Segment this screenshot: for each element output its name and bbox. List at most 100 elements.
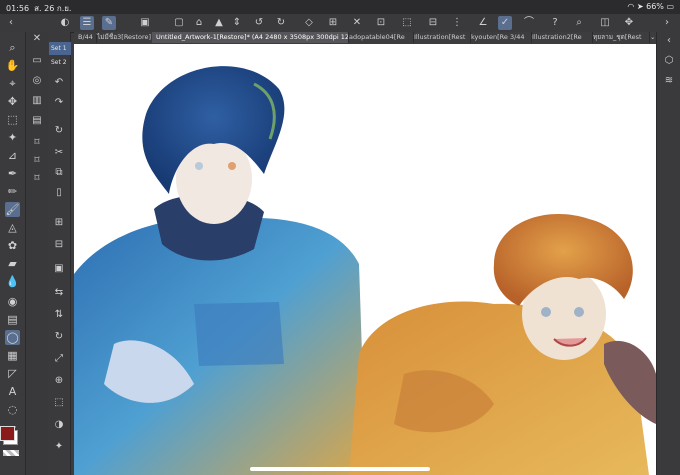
save-icon[interactable]: ▲ bbox=[212, 16, 226, 30]
status-right: ◠ ➤ 66% ▭ bbox=[627, 2, 674, 11]
selection-tool-icon[interactable]: ⬚ bbox=[5, 112, 20, 127]
wifi-icon: ◠ bbox=[627, 2, 635, 11]
tab[interactable]: Illustration[Rest bbox=[410, 32, 471, 43]
eyedropper-icon[interactable]: ⊿ bbox=[5, 148, 20, 163]
fill-tool-icon[interactable]: ◉ bbox=[5, 294, 20, 309]
mask-icon[interactable]: ◑ bbox=[52, 418, 66, 432]
airbrush-icon[interactable]: ◬ bbox=[5, 220, 20, 235]
subtool-brush-7-icon[interactable]: ⌑ bbox=[30, 172, 44, 186]
subtool-brush-4-icon[interactable]: ▤ bbox=[30, 114, 44, 128]
redo-icon[interactable]: ↻ bbox=[274, 16, 288, 30]
clip-studio-icon[interactable]: ◐ bbox=[58, 16, 72, 30]
undo-side-icon[interactable]: ↶ bbox=[52, 76, 66, 90]
brush-icon[interactable]: 🖌 bbox=[5, 202, 20, 217]
grid-icon[interactable]: ⋮ bbox=[450, 16, 464, 30]
tab-menu-chevron-icon[interactable]: ⌄ bbox=[646, 32, 656, 43]
merge-icon[interactable]: ⊕ bbox=[52, 374, 66, 388]
tab-active[interactable]: Untitled_Artwork-1[Restore]* (A4 2480 x … bbox=[152, 32, 349, 43]
clear-side-icon[interactable]: ⊟ bbox=[52, 238, 66, 252]
subtool-brush-6-icon[interactable]: ⌑ bbox=[30, 154, 44, 168]
set-1-tab[interactable]: Set 1 bbox=[49, 42, 71, 55]
window-icon[interactable]: ◫ bbox=[598, 16, 612, 30]
clear-icon[interactable]: ✕ bbox=[350, 16, 364, 30]
decoration-icon[interactable]: ✿ bbox=[5, 238, 20, 253]
gradient-icon[interactable]: ▤ bbox=[5, 312, 20, 327]
wand-side-icon[interactable]: ✦ bbox=[52, 440, 66, 454]
figure-icon[interactable]: ◯ bbox=[5, 330, 20, 345]
new-file-icon[interactable]: ▢ bbox=[172, 16, 186, 30]
balloon-icon[interactable]: ◌ bbox=[5, 402, 20, 417]
right-panel: ‹ ⬡ ≋ bbox=[656, 32, 680, 475]
status-date: ส. 26 ก.ย. bbox=[34, 4, 72, 13]
fill-icon[interactable]: ◇ bbox=[302, 16, 316, 30]
pen-icon[interactable]: ✒ bbox=[5, 166, 20, 181]
main-color-swatch[interactable] bbox=[0, 426, 15, 441]
help-icon[interactable]: ? bbox=[548, 16, 562, 30]
copy-icon[interactable]: ⧉ bbox=[52, 166, 66, 180]
tab[interactable]: ไม่มีชื่อ3[Restore] bbox=[93, 32, 156, 43]
zoom-icon[interactable]: ⌕ bbox=[572, 16, 586, 30]
tablet-icon[interactable]: ▣ bbox=[138, 16, 152, 30]
fill-side-icon[interactable]: ▣ bbox=[52, 262, 66, 276]
collapse-icon[interactable]: ‹ bbox=[662, 34, 676, 48]
status-time: 01:56 bbox=[6, 4, 30, 13]
tab[interactable]: kyouten[Re 3/44 bbox=[467, 32, 532, 43]
tab[interactable]: Illustration2[Re bbox=[528, 32, 593, 43]
stabilizer-icon[interactable]: ⌒ bbox=[522, 16, 536, 30]
invert-icon[interactable]: ⬚ bbox=[400, 16, 414, 30]
move-icon[interactable]: ✥ bbox=[622, 16, 636, 30]
ruler-icon[interactable]: ∠ bbox=[476, 16, 490, 30]
subtool-brush-5-icon[interactable]: ⌑ bbox=[30, 136, 44, 150]
rotate-icon[interactable]: ↻ bbox=[52, 330, 66, 344]
chevron-updown-icon[interactable]: ⇕ bbox=[230, 16, 244, 30]
tab[interactable]: adopatable04[Re bbox=[345, 32, 414, 43]
flip-vertical-icon[interactable]: ⇅ bbox=[52, 308, 66, 322]
subtool-brush-2-icon[interactable]: ◎ bbox=[30, 74, 44, 88]
transparent-color-swatch[interactable] bbox=[3, 450, 19, 456]
move-tool-icon[interactable]: ✥ bbox=[5, 94, 20, 109]
subtool-brush-1-icon[interactable]: ▭ bbox=[30, 54, 44, 68]
hand-tool-icon[interactable]: ✋ bbox=[5, 58, 20, 73]
menu-icon[interactable]: ☰ bbox=[80, 16, 94, 30]
scale-icon[interactable]: ⤢ bbox=[52, 352, 66, 366]
undo-icon[interactable]: ↺ bbox=[252, 16, 266, 30]
drawing-canvas[interactable] bbox=[74, 44, 656, 475]
frame-icon[interactable]: ▦ bbox=[5, 348, 20, 363]
transform-icon[interactable]: ⊞ bbox=[326, 16, 340, 30]
cut-icon[interactable]: ✂ bbox=[52, 146, 66, 160]
set-2-tab[interactable]: Set 2 bbox=[49, 56, 71, 69]
layer-icon[interactable]: ≋ bbox=[662, 74, 676, 88]
back-icon[interactable]: ‹ bbox=[4, 16, 18, 30]
pencil-icon[interactable]: ✏ bbox=[5, 184, 20, 199]
ruler-tool-icon[interactable]: ◸ bbox=[5, 366, 20, 381]
tool-palette: ⌕ ✋ ⌖ ✥ ⬚ ✦ ⊿ ✒ ✏ 🖌 ◬ ✿ ▰ 💧 ◉ ▤ ◯ ▦ ◸ A … bbox=[0, 32, 26, 475]
flip-horizontal-icon[interactable]: ⇆ bbox=[52, 286, 66, 300]
close-icon[interactable]: ✕ bbox=[30, 32, 44, 46]
location-icon: ➤ bbox=[636, 2, 644, 11]
blend-icon[interactable]: 💧 bbox=[5, 274, 20, 289]
sub-tool-panel: ✕ ▭ ◎ ▥ ▤ ⌑ ⌑ ⌑ bbox=[26, 32, 49, 475]
pen-ruler-icon[interactable]: ✓ bbox=[498, 16, 512, 30]
home-indicator[interactable] bbox=[250, 467, 430, 471]
eraser-icon[interactable]: ▰ bbox=[5, 256, 20, 271]
transform-side-icon[interactable]: ⊞ bbox=[52, 216, 66, 230]
open-folder-icon[interactable]: ⌂ bbox=[192, 16, 206, 30]
battery-icon: ▭ bbox=[666, 2, 674, 11]
zoom-tool-icon[interactable]: ⌕ bbox=[5, 40, 20, 55]
refresh-icon[interactable]: ↻ bbox=[52, 124, 66, 138]
selection-side-icon[interactable]: ⬚ bbox=[52, 396, 66, 410]
text-tool-icon[interactable]: A bbox=[5, 384, 20, 399]
operation-tool-icon[interactable]: ⌖ bbox=[5, 76, 20, 91]
sub-tool-sets: Set 1 Set 2 ↶ ↷ ↻ ✂ ⧉ ▯ ⊞ ⊟ ▣ ⇆ ⇅ ↻ ⤢ ⊕ … bbox=[48, 32, 71, 475]
subtool-brush-3-icon[interactable]: ▥ bbox=[30, 94, 44, 108]
forward-icon[interactable]: › bbox=[660, 16, 674, 30]
snap-icon[interactable]: ⊟ bbox=[426, 16, 440, 30]
status-bar: 01:56 ส. 26 ก.ย. ◠ ➤ 66% ▭ bbox=[0, 0, 680, 14]
pen-settings-icon[interactable]: ✎ bbox=[102, 16, 116, 30]
tab[interactable]: ทุยลาม_ชุด[Rest bbox=[589, 32, 650, 43]
magic-wand-icon[interactable]: ✦ bbox=[5, 130, 20, 145]
deselect-icon[interactable]: ⊡ bbox=[374, 16, 388, 30]
redo-side-icon[interactable]: ↷ bbox=[52, 96, 66, 110]
material-icon[interactable]: ⬡ bbox=[662, 54, 676, 68]
paste-icon[interactable]: ▯ bbox=[52, 186, 66, 200]
